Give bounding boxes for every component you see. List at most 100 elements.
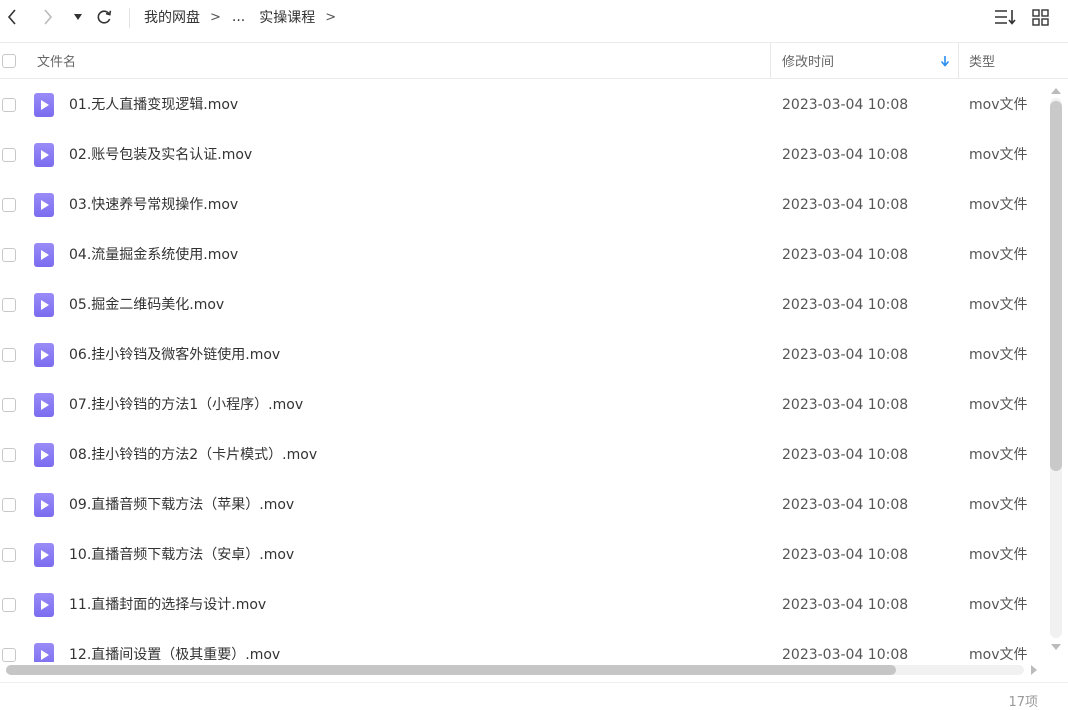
file-modified-time: 2023-03-04 10:08: [782, 497, 909, 513]
video-file-icon: [34, 193, 54, 217]
row-checkbox[interactable]: [2, 198, 16, 212]
horizontal-scrollbar[interactable]: [0, 662, 1044, 678]
file-type: mov文件: [969, 247, 1028, 263]
file-name: 06.挂小铃铛及微客外链使用.mov: [69, 347, 281, 363]
item-count: 17项: [1008, 695, 1038, 710]
refresh-icon: [97, 10, 112, 24]
breadcrumb-item-collapsed[interactable]: ...: [232, 9, 245, 25]
file-modified-time: 2023-03-04 10:08: [782, 347, 909, 363]
file-type: mov文件: [969, 347, 1028, 363]
forward-button[interactable]: [38, 6, 58, 28]
file-row[interactable]: 11.直播封面的选择与设计.mov 2023-03-04 10:08 mov文件: [0, 580, 1044, 630]
scroll-up-arrow-icon[interactable]: [1051, 88, 1061, 94]
vertical-scroll-thumb[interactable]: [1050, 101, 1062, 471]
row-checkbox[interactable]: [2, 398, 16, 412]
file-row[interactable]: 04.流量掘金系统使用.mov 2023-03-04 10:08 mov文件: [0, 230, 1044, 280]
video-file-icon: [34, 543, 54, 567]
grid-view-icon: [1031, 8, 1049, 26]
column-time-header[interactable]: 修改时间: [782, 43, 954, 78]
column-type-header[interactable]: 类型: [969, 43, 1049, 78]
file-type: mov文件: [969, 447, 1028, 463]
file-type: mov文件: [969, 197, 1028, 213]
video-file-icon: [34, 643, 54, 662]
file-row[interactable]: 03.快速养号常规操作.mov 2023-03-04 10:08 mov文件: [0, 180, 1044, 230]
column-type-label: 类型: [969, 55, 996, 70]
scroll-down-arrow-icon[interactable]: [1051, 644, 1061, 650]
file-type: mov文件: [969, 397, 1028, 413]
file-name: 10.直播音频下载方法（安卓）.mov: [69, 547, 295, 563]
row-checkbox[interactable]: [2, 98, 16, 112]
file-modified-time: 2023-03-04 10:08: [782, 547, 909, 563]
back-button[interactable]: [2, 6, 22, 28]
sort-list-icon: [995, 10, 1016, 25]
row-checkbox[interactable]: [2, 498, 16, 512]
history-dropdown-button[interactable]: [71, 6, 85, 28]
file-type: mov文件: [969, 647, 1028, 662]
vertical-scrollbar[interactable]: [1048, 82, 1064, 660]
column-divider[interactable]: [958, 43, 959, 78]
column-name-header[interactable]: 文件名: [37, 43, 767, 78]
file-row[interactable]: 02.账号包装及实名认证.mov 2023-03-04 10:08 mov文件: [0, 130, 1044, 180]
file-type: mov文件: [969, 297, 1028, 313]
video-file-icon: [34, 93, 54, 117]
breadcrumb-separator: >: [325, 9, 337, 25]
column-header: 文件名 修改时间 类型: [0, 42, 1068, 79]
select-all-checkbox[interactable]: [2, 54, 16, 68]
file-name: 02.账号包装及实名认证.mov: [69, 147, 253, 163]
grid-view-button[interactable]: [1029, 6, 1051, 28]
scroll-right-arrow-icon[interactable]: [1031, 665, 1037, 675]
row-checkbox[interactable]: [2, 248, 16, 262]
breadcrumb-separator: >: [210, 9, 221, 25]
horizontal-scroll-thumb[interactable]: [6, 665, 896, 675]
file-name: 04.流量掘金系统使用.mov: [69, 247, 239, 263]
file-row[interactable]: 09.直播音频下载方法（苹果）.mov 2023-03-04 10:08 mov…: [0, 480, 1044, 530]
file-row[interactable]: 07.挂小铃铛的方法1（小程序）.mov 2023-03-04 10:08 mo…: [0, 380, 1044, 430]
status-bar: 17项: [0, 682, 1068, 710]
row-checkbox[interactable]: [2, 548, 16, 562]
file-modified-time: 2023-03-04 10:08: [782, 597, 909, 613]
video-file-icon: [34, 243, 54, 267]
file-row[interactable]: 01.无人直播变现逻辑.mov 2023-03-04 10:08 mov文件: [0, 80, 1044, 130]
sort-button[interactable]: [993, 6, 1017, 28]
breadcrumb-item-root[interactable]: 我的网盘: [144, 7, 200, 27]
file-modified-time: 2023-03-04 10:08: [782, 297, 909, 313]
file-type: mov文件: [969, 547, 1028, 563]
file-row[interactable]: 12.直播间设置（极其重要）.mov 2023-03-04 10:08 mov文…: [0, 630, 1044, 662]
refresh-button[interactable]: [94, 6, 114, 28]
column-divider[interactable]: [770, 43, 771, 78]
video-file-icon: [34, 443, 54, 467]
sort-descending-arrow-icon: [940, 56, 950, 67]
file-modified-time: 2023-03-04 10:08: [782, 647, 909, 662]
video-file-icon: [34, 343, 54, 367]
breadcrumb-item-current[interactable]: 实操课程: [259, 7, 315, 27]
file-name: 03.快速养号常规操作.mov: [69, 197, 239, 213]
file-type: mov文件: [969, 597, 1028, 613]
file-row[interactable]: 08.挂小铃铛的方法2（卡片模式）.mov 2023-03-04 10:08 m…: [0, 430, 1044, 480]
file-name: 07.挂小铃铛的方法1（小程序）.mov: [69, 397, 304, 413]
row-checkbox[interactable]: [2, 648, 16, 662]
file-type: mov文件: [969, 97, 1028, 113]
file-row[interactable]: 06.挂小铃铛及微客外链使用.mov 2023-03-04 10:08 mov文…: [0, 330, 1044, 380]
file-modified-time: 2023-03-04 10:08: [782, 247, 909, 263]
file-name: 05.掘金二维码美化.mov: [69, 297, 225, 313]
file-type: mov文件: [969, 147, 1028, 163]
row-checkbox[interactable]: [2, 598, 16, 612]
row-checkbox[interactable]: [2, 348, 16, 362]
row-checkbox[interactable]: [2, 448, 16, 462]
row-checkbox[interactable]: [2, 148, 16, 162]
file-name: 09.直播音频下载方法（苹果）.mov: [69, 497, 295, 513]
chevron-left-icon: [7, 9, 16, 25]
toolbar-divider: [129, 8, 130, 28]
file-row[interactable]: 05.掘金二维码美化.mov 2023-03-04 10:08 mov文件: [0, 280, 1044, 330]
file-modified-time: 2023-03-04 10:08: [782, 147, 909, 163]
column-name-label: 文件名: [37, 55, 77, 70]
file-modified-time: 2023-03-04 10:08: [782, 97, 909, 113]
caret-down-icon: [74, 14, 82, 20]
chevron-right-icon: [44, 9, 53, 25]
video-file-icon: [34, 143, 54, 167]
row-checkbox[interactable]: [2, 298, 16, 312]
file-name: 12.直播间设置（极其重要）.mov: [69, 647, 281, 662]
video-file-icon: [34, 593, 54, 617]
file-type: mov文件: [969, 497, 1028, 513]
file-row[interactable]: 10.直播音频下载方法（安卓）.mov 2023-03-04 10:08 mov…: [0, 530, 1044, 580]
